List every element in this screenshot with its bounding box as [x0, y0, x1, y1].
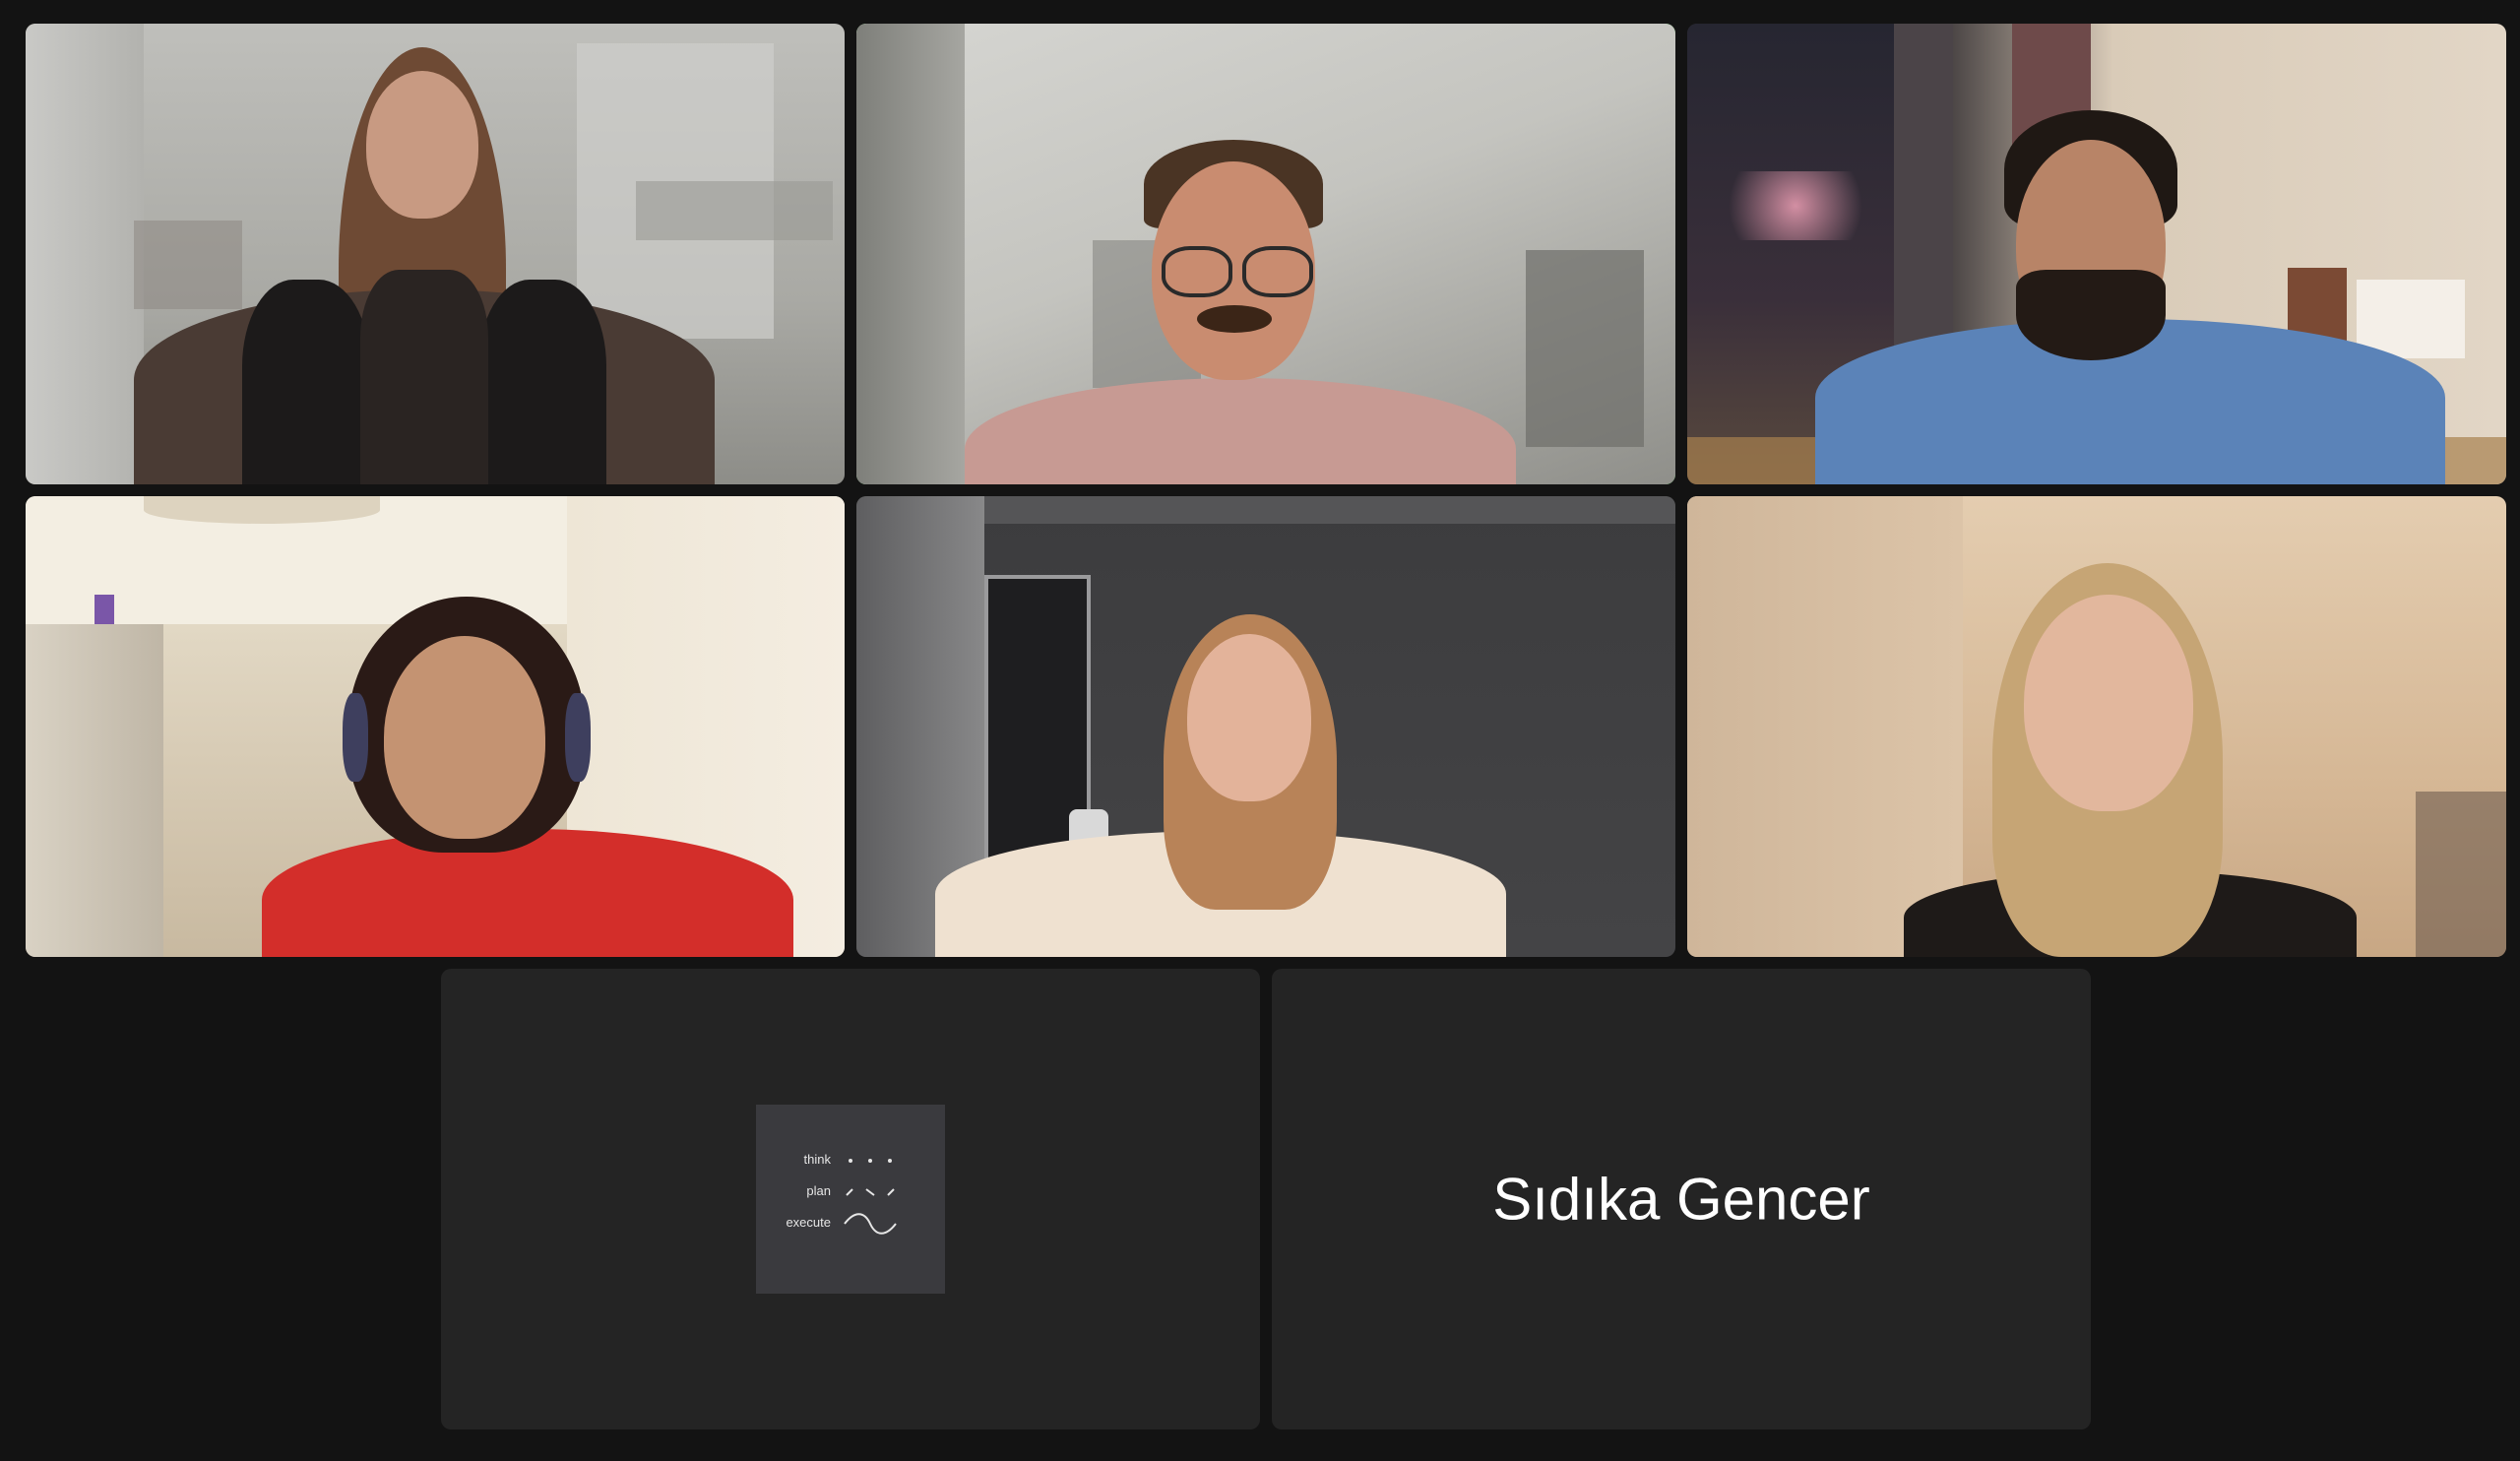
participant-video-tile[interactable]: [1687, 496, 2506, 957]
participant-tile-video-off[interactable]: think plan execute: [441, 969, 1260, 1429]
logo-word-think: think: [803, 1152, 831, 1167]
participant-video-tile[interactable]: [26, 24, 845, 484]
dashes-icon: [846, 1188, 895, 1196]
participant-name: Sıdıka Gencer: [1492, 1166, 1870, 1233]
logo-word-plan: plan: [806, 1183, 831, 1198]
participant-avatar-logo: think plan execute: [756, 1105, 945, 1294]
participant-video-tile[interactable]: [26, 496, 845, 957]
logo-word-execute: execute: [786, 1215, 831, 1230]
wave-icon: [844, 1213, 897, 1235]
participant-video-tile-active-speaker[interactable]: [856, 24, 1675, 484]
participant-video-tile[interactable]: [856, 496, 1675, 957]
dots-icon: [849, 1159, 892, 1163]
participant-video-tile[interactable]: [1687, 24, 2506, 484]
participant-tile-video-off[interactable]: Sıdıka Gencer: [1272, 969, 2091, 1429]
video-gallery: think plan execute Sıdıka Gencer: [0, 0, 2520, 1461]
